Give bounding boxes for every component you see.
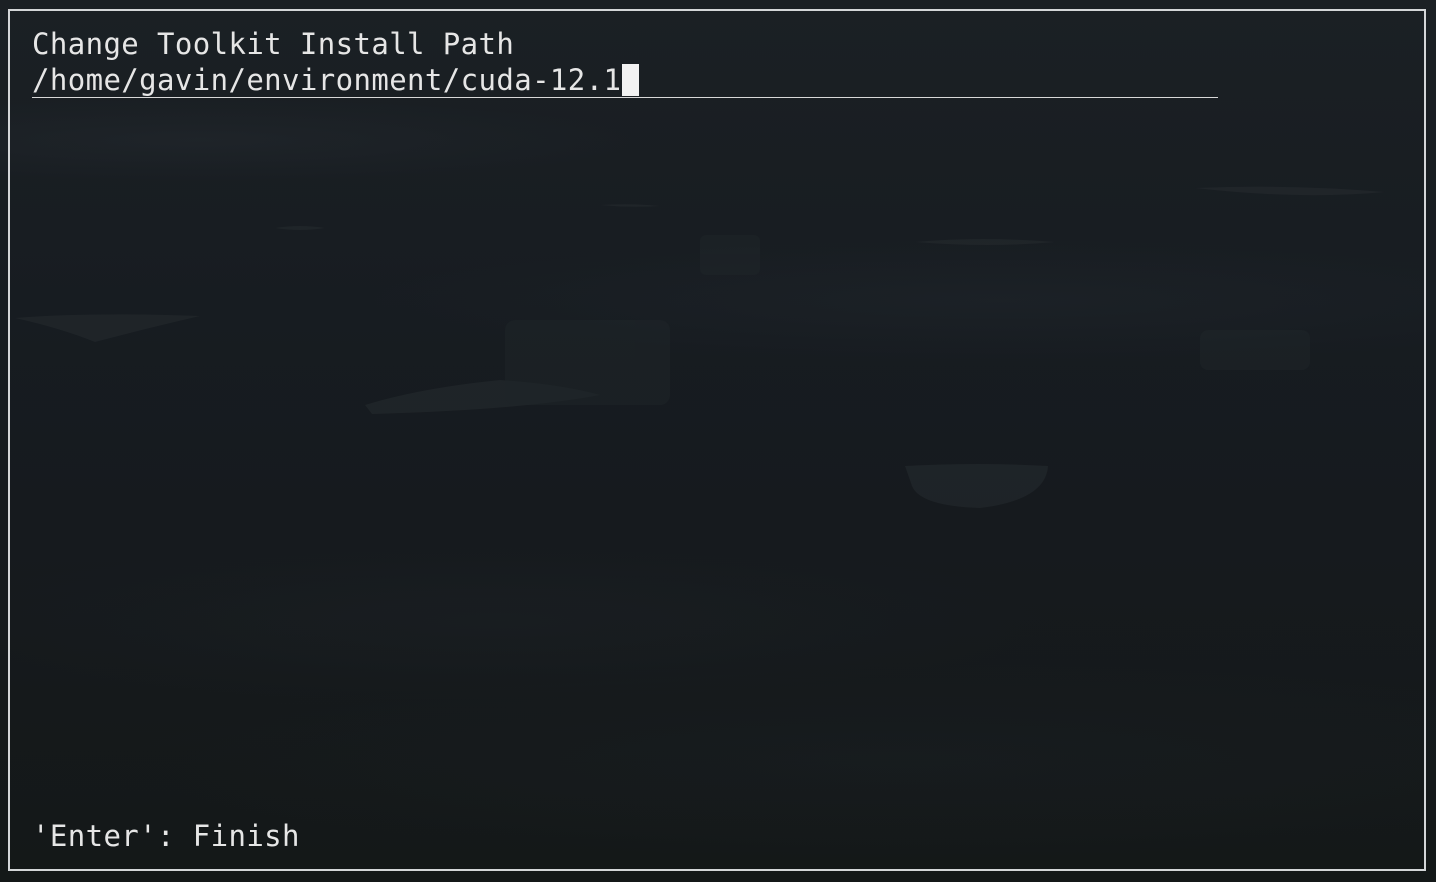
key-hint: 'Enter': Finish [32,819,300,853]
install-path-input-value[interactable]: /home/gavin/environment/cuda-12.1 [32,62,621,98]
text-cursor [622,64,640,96]
dialog-frame [8,9,1426,871]
install-path-input-wrapper[interactable]: /home/gavin/environment/cuda-12.1 [32,62,640,98]
dialog-title: Change Toolkit Install Path [32,27,515,61]
terminal-screen: Change Toolkit Install Path /home/gavin/… [0,0,1436,882]
install-path-field[interactable]: /home/gavin/environment/cuda-12.1 [32,62,1218,98]
